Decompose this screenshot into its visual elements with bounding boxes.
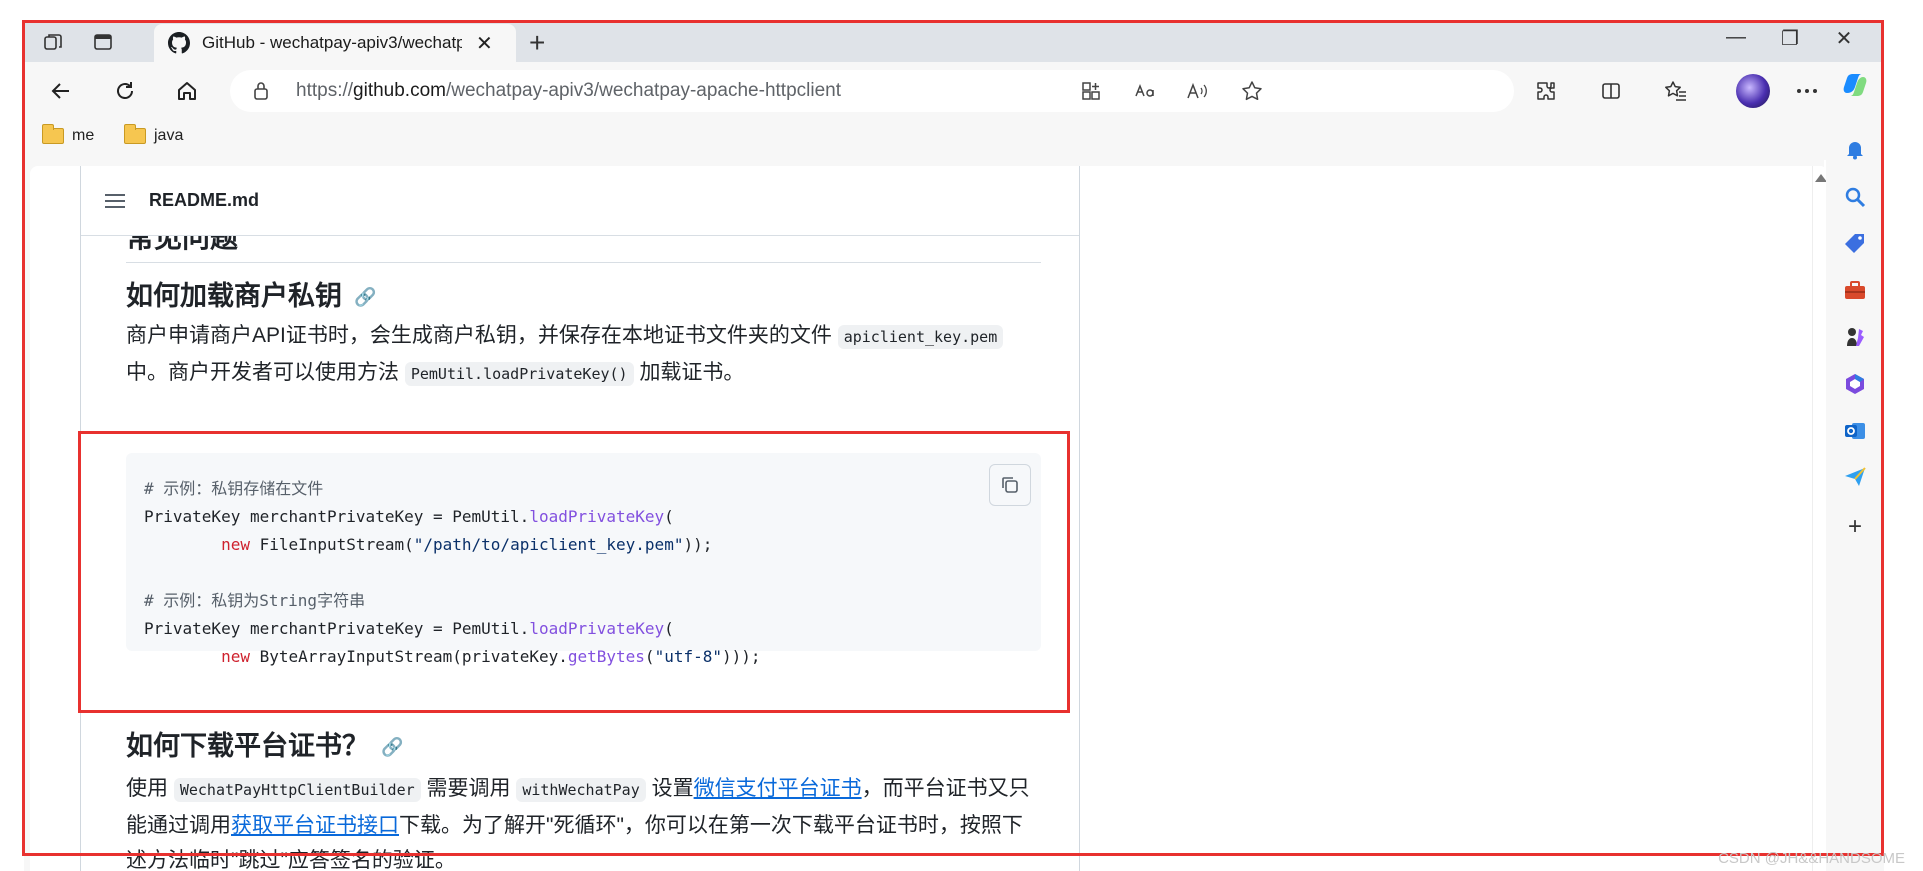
more-options-icon[interactable] [1792, 76, 1822, 106]
minimize-button[interactable]: — [1716, 26, 1756, 49]
favorites-icon[interactable] [1661, 76, 1691, 106]
watermark: CSDN @JH&&HANDSOME [1718, 850, 1905, 867]
github-icon [168, 32, 190, 54]
code-content[interactable]: # 示例：私钥存储在文件 PrivateKey merchantPrivateK… [144, 475, 761, 671]
paragraph-download-cert: 使用 WechatPayHttpClientBuilder 需要调用 withW… [126, 777, 1030, 871]
split-screen-icon[interactable] [1596, 76, 1626, 106]
bookmarks-bar: me java [24, 118, 1884, 160]
back-arrow-icon [51, 83, 69, 99]
new-tab-button[interactable]: + [529, 27, 545, 59]
shopping-tag-icon[interactable] [1840, 229, 1870, 259]
readme-file-title: README.md [149, 190, 260, 210]
home-button[interactable] [170, 74, 204, 108]
toolbar: https://github.com/wechatpay-apiv3/wecha… [24, 62, 1884, 118]
refresh-icon [117, 82, 133, 99]
tab-title: GitHub - wechatpay-apiv3/wechatpay-apach… [202, 33, 462, 52]
link-platform-cert[interactable]: 微信支付平台证书 [694, 777, 862, 800]
app-available-icon[interactable] [1078, 79, 1104, 103]
bookmark-label: java [154, 127, 184, 144]
paragraph-load-key: 商户申请商户API证书时，会生成商户私钥，并保存在本地证书文件夹的文件 apic… [126, 318, 1041, 392]
tab-github[interactable]: GitHub - wechatpay-apiv3/wechatpay-apach… [154, 24, 516, 62]
readme-panel: README.md 常见问题 如何加载商户私钥 🔗 商户申请商户API证书时，会生… [80, 166, 1080, 871]
search-icon[interactable] [1840, 182, 1870, 212]
folder-icon [42, 124, 64, 144]
anchor-link-icon[interactable]: 🔗 [354, 287, 376, 308]
vertical-tabs-icon[interactable] [88, 29, 118, 55]
heading-divider [126, 262, 1041, 263]
back-button[interactable] [44, 74, 78, 108]
anchor-link-icon[interactable]: 🔗 [381, 737, 403, 758]
url-text[interactable]: https://github.com/wechatpay-apiv3/wecha… [296, 80, 841, 102]
bookmark-label: me [72, 127, 95, 144]
refresh-button[interactable] [108, 74, 142, 108]
translate-icon[interactable] [1132, 79, 1158, 103]
tab-strip: GitHub - wechatpay-apiv3/wechatpay-apach… [24, 20, 1884, 62]
restore-button[interactable]: ❐ [1770, 26, 1810, 51]
copy-icon [1002, 477, 1018, 493]
copy-code-button[interactable] [989, 464, 1031, 506]
lock-icon[interactable] [248, 79, 274, 103]
tools-briefcase-icon[interactable] [1840, 276, 1870, 306]
bookmark-folder-java[interactable]: java [124, 124, 184, 145]
extensions-icon[interactable] [1531, 76, 1561, 106]
home-icon [178, 82, 196, 100]
send-plane-icon[interactable] [1840, 462, 1870, 492]
favorite-star-icon[interactable] [1239, 79, 1265, 103]
bookmark-folder-me[interactable]: me [42, 124, 95, 145]
address-bar[interactable]: https://github.com/wechatpay-apiv3/wecha… [230, 70, 1514, 112]
readme-header: README.md [81, 166, 1079, 236]
link-get-cert-api[interactable]: 获取平台证书接口 [231, 814, 399, 837]
read-aloud-icon[interactable] [1184, 79, 1210, 103]
tab-close-icon[interactable]: ✕ [476, 31, 493, 56]
close-window-button[interactable]: ✕ [1824, 26, 1864, 51]
notifications-bell-icon[interactable] [1840, 134, 1870, 164]
folder-icon [124, 124, 146, 144]
section-heading-load-key: 如何加载商户私钥 🔗 [126, 281, 377, 311]
microsoft-365-icon[interactable] [1840, 369, 1870, 399]
section-heading-download-cert: 如何下载平台证书？ 🔗 [126, 731, 404, 761]
profile-avatar[interactable] [1736, 74, 1770, 108]
browser-window: GitHub - wechatpay-apiv3/wechatpay-apach… [0, 0, 1923, 871]
edge-sidebar: + [1826, 62, 1884, 871]
page-viewport: README.md 常见问题 如何加载商户私钥 🔗 商户申请商户API证书时，会生… [24, 160, 1828, 871]
inline-code: PemUtil.loadPrivateKey() [404, 362, 634, 386]
outline-list-icon[interactable] [105, 192, 125, 210]
inline-code: withWechatPay [516, 778, 646, 802]
copilot-icon[interactable] [1840, 70, 1870, 100]
code-block: # 示例：私钥存储在文件 PrivateKey merchantPrivateK… [126, 453, 1041, 666]
inline-code: WechatPayHttpClientBuilder [173, 778, 421, 802]
outlook-icon[interactable] [1840, 416, 1870, 446]
add-sidebar-app-icon[interactable]: + [1840, 512, 1870, 542]
workspaces-icon[interactable] [38, 29, 68, 55]
inline-code: apiclient_key.pem [837, 325, 1004, 349]
games-chess-icon[interactable] [1840, 322, 1870, 352]
web-page: README.md 常见问题 如何加载商户私钥 🔗 商户申请商户API证书时，会生… [30, 166, 1828, 871]
